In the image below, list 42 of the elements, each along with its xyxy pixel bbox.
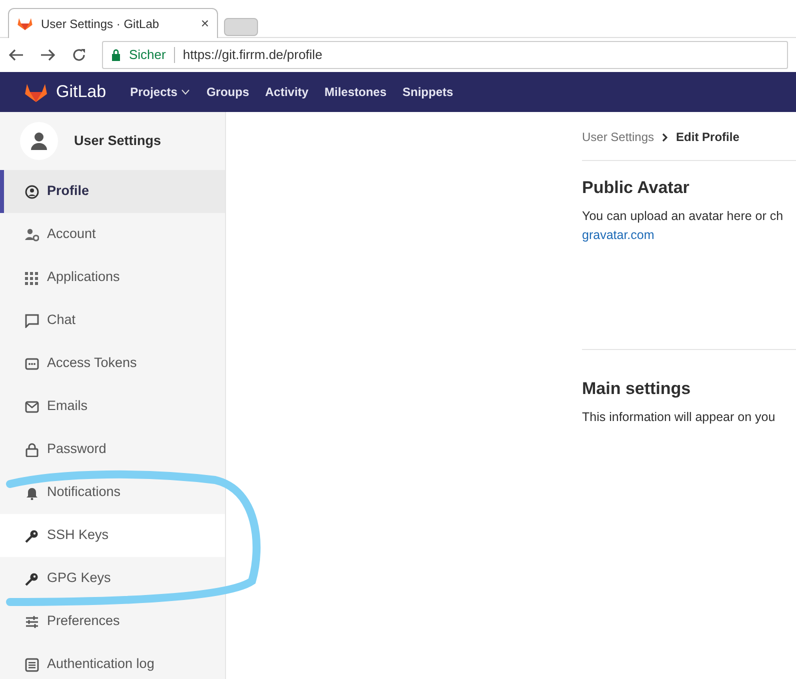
key-icon (25, 572, 39, 586)
gravatar-link[interactable]: gravatar.com (582, 228, 654, 242)
browser-tab[interactable]: User Settings · GitLab × (8, 8, 218, 38)
security-label: Sicher (129, 46, 166, 64)
gitlab-logo-icon (17, 16, 33, 31)
gitlab-brand-link[interactable]: GitLab (24, 79, 106, 105)
section-title: Main settings (582, 378, 692, 400)
section-description: This information will appear on you (582, 408, 776, 426)
mail-icon (25, 400, 39, 414)
key-icon (25, 528, 39, 542)
back-arrow-icon (8, 48, 24, 62)
chevron-down-icon (181, 89, 190, 95)
forward-arrow-icon (40, 48, 56, 62)
lock-icon (111, 49, 121, 61)
new-tab-button[interactable] (224, 18, 258, 36)
url-text: https://git.firrm.de/profile (182, 46, 322, 64)
breadcrumb-link[interactable]: User Settings (582, 128, 654, 146)
section-description: You can upload an avatar here or ch (582, 208, 784, 225)
address-bar[interactable]: Sicher https://git.firrm.de/profile (102, 41, 788, 69)
sidebar-item[interactable]: SSH Keys (0, 514, 225, 557)
chat-icon (25, 314, 39, 328)
chevron-right-icon (662, 132, 668, 142)
nav-link[interactable]: Projects (130, 83, 190, 101)
user-avatar-icon (20, 122, 58, 160)
nav-link[interactable]: Groups (206, 83, 250, 101)
section-title: Public Avatar (582, 177, 690, 199)
log-icon (25, 658, 39, 672)
nav-link[interactable]: Activity (265, 83, 308, 101)
reload-icon (72, 48, 86, 62)
user-gear-icon (25, 228, 39, 242)
grid-icon (25, 270, 39, 284)
token-icon (25, 356, 39, 370)
bell-icon (25, 486, 39, 500)
sidebar-title: User Settings (74, 132, 162, 150)
sliders-icon (25, 614, 39, 628)
profile-icon (25, 184, 39, 198)
tab-close-button[interactable]: × (200, 13, 209, 34)
nav-link[interactable]: Snippets (402, 83, 454, 101)
nav-link[interactable]: Milestones (324, 83, 386, 101)
lock-icon (25, 442, 39, 456)
tab-title: User Settings · GitLab (41, 16, 160, 32)
sidebar-item[interactable]: Profile (0, 170, 225, 213)
